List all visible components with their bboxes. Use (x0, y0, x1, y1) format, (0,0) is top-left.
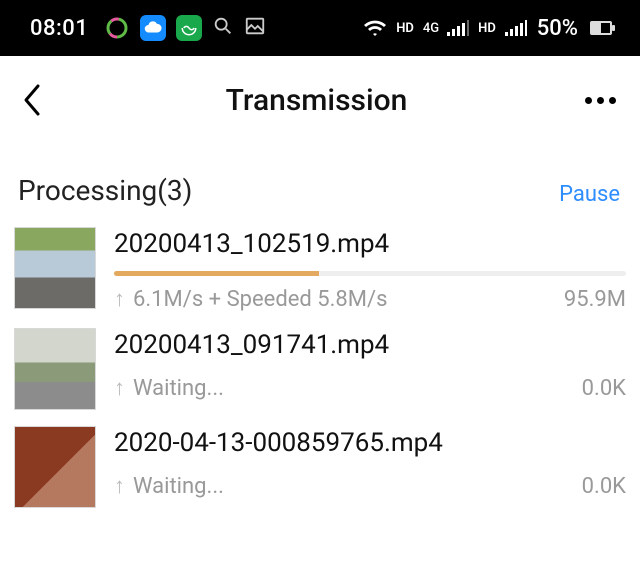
item-meta: 20200413_091741.mp4 ↑ Waiting... 0.0K (114, 328, 626, 410)
upload-icon: ↑ (114, 286, 125, 312)
thumbnail (14, 227, 96, 309)
network-4g: 4G (423, 23, 439, 34)
battery-text: 50% (537, 16, 578, 41)
hd-indicator-2: HD (477, 21, 497, 36)
item-meta: 2020-04-13-000859765.mp4 ↑ Waiting... 0.… (114, 426, 626, 508)
speed-text: 6.1M/s + Speeded 5.8M/s (133, 287, 556, 312)
picture-icon (244, 15, 266, 42)
app-icon-3 (176, 15, 202, 41)
progress-bar (114, 271, 626, 276)
status-bar: 08:01 HD 4G HD 50% (0, 0, 640, 56)
speed-text: Waiting... (133, 474, 574, 499)
size-text: 0.0K (582, 376, 626, 401)
transfer-item[interactable]: 20200413_102519.mp4 ↑ 6.1M/s + Speeded 5… (0, 217, 640, 318)
back-button[interactable] (10, 78, 54, 122)
transfer-item[interactable]: 2020-04-13-000859765.mp4 ↑ Waiting... 0.… (0, 416, 640, 514)
section-header: Processing(3) Pause (0, 144, 640, 217)
app-icon-1 (104, 15, 130, 41)
wifi-icon (363, 19, 387, 37)
size-text: 0.0K (582, 474, 626, 499)
signal-icon-1 (447, 20, 469, 36)
file-name: 20200413_102519.mp4 (114, 229, 626, 259)
upload-icon: ↑ (114, 375, 125, 401)
file-name: 2020-04-13-000859765.mp4 (114, 428, 626, 458)
progress-fill (114, 271, 319, 276)
item-meta: 20200413_102519.mp4 ↑ 6.1M/s + Speeded 5… (114, 227, 626, 312)
battery-icon (590, 21, 612, 35)
status-clock: 08:01 (30, 16, 88, 41)
signal-icon-2 (505, 20, 527, 36)
transfer-item[interactable]: 20200413_091741.mp4 ↑ Waiting... 0.0K (0, 318, 640, 416)
section-label: Processing(3) (18, 174, 192, 207)
thumbnail (14, 426, 96, 508)
hd-indicator-1: HD (395, 21, 415, 36)
page-title: Transmission (226, 83, 408, 118)
app-header: Transmission (0, 56, 640, 144)
search-icon (212, 15, 234, 42)
upload-icon: ↑ (114, 473, 125, 499)
status-right: HD 4G HD 50% (363, 16, 612, 41)
file-name: 20200413_091741.mp4 (114, 330, 626, 360)
speed-text: Waiting... (133, 376, 574, 401)
size-text: 95.9M (564, 287, 626, 312)
thumbnail (14, 328, 96, 410)
pause-button[interactable]: Pause (559, 178, 620, 207)
more-button[interactable] (579, 87, 622, 114)
status-left: 08:01 (30, 15, 266, 42)
app-icon-2 (140, 15, 166, 41)
